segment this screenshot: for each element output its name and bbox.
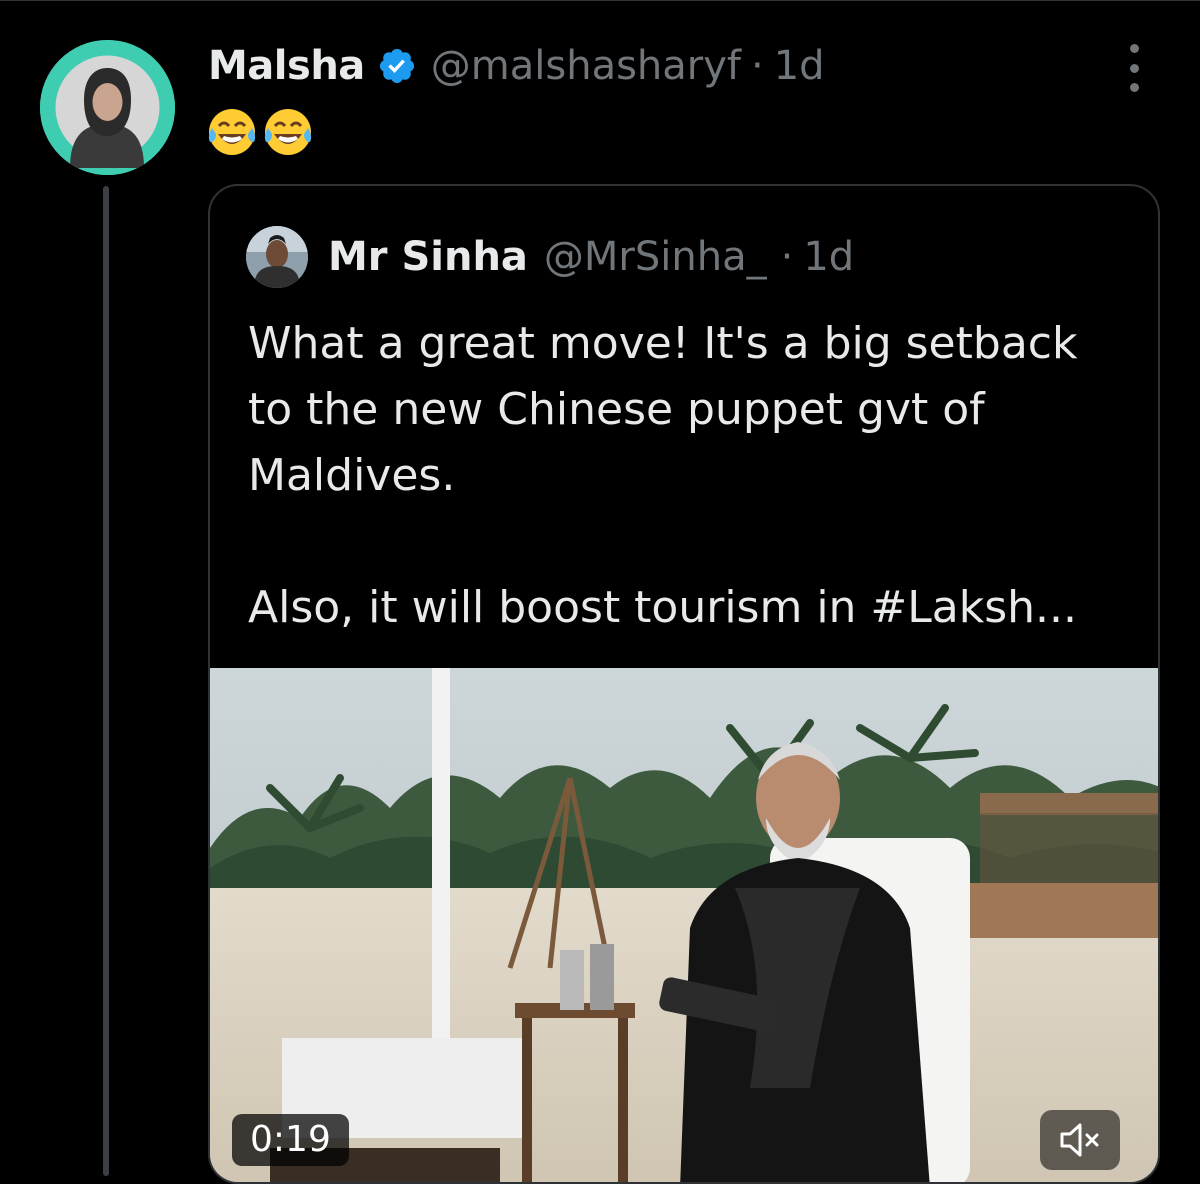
avatar-portrait-icon bbox=[246, 226, 308, 288]
quoted-author-avatar[interactable] bbox=[246, 226, 308, 288]
more-dots-icon bbox=[1129, 44, 1139, 53]
avatar-portrait-icon bbox=[40, 40, 175, 175]
tears-of-joy-emoji-icon bbox=[208, 109, 256, 155]
quoted-author-display-name: Mr Sinha bbox=[328, 234, 528, 280]
verified-badge-icon bbox=[379, 48, 414, 84]
quoted-tweet-header: Mr Sinha @MrSinha_ · 1d bbox=[246, 226, 854, 288]
header-separator: · bbox=[751, 43, 764, 89]
tweet[interactable]: Malsha @malshasharyf · 1d Mr Sinha @MrSi… bbox=[0, 0, 1200, 1184]
author-handle[interactable]: @malshasharyf bbox=[431, 43, 741, 89]
video-duration: 0:19 bbox=[232, 1114, 349, 1166]
author-avatar[interactable] bbox=[40, 40, 175, 175]
quoted-tweet[interactable]: Mr Sinha @MrSinha_ · 1d What a great mov… bbox=[208, 184, 1160, 1184]
tears-of-joy-emoji-icon bbox=[264, 109, 312, 155]
quoted-header-separator: · bbox=[780, 234, 794, 280]
quoted-tweet-text: What a great move! It's a big setback to… bbox=[248, 318, 1078, 633]
thread-line bbox=[103, 186, 109, 1176]
author-display-name[interactable]: Malsha bbox=[208, 43, 365, 89]
quoted-author-handle: @MrSinha_ bbox=[543, 234, 767, 280]
more-options-button[interactable] bbox=[1122, 44, 1146, 92]
tweet-header: Malsha @malshasharyf · 1d bbox=[208, 38, 825, 94]
tweet-text bbox=[206, 106, 314, 162]
more-dot bbox=[1129, 63, 1139, 73]
video-player[interactable] bbox=[210, 668, 1158, 1182]
speaker-muted-icon bbox=[1060, 1123, 1099, 1157]
more-dot bbox=[1129, 83, 1139, 92]
mute-toggle-button[interactable] bbox=[1040, 1110, 1120, 1170]
post-timestamp[interactable]: 1d bbox=[774, 43, 825, 89]
video-thumbnail bbox=[210, 668, 1158, 1182]
quoted-post-timestamp: 1d bbox=[803, 234, 855, 280]
